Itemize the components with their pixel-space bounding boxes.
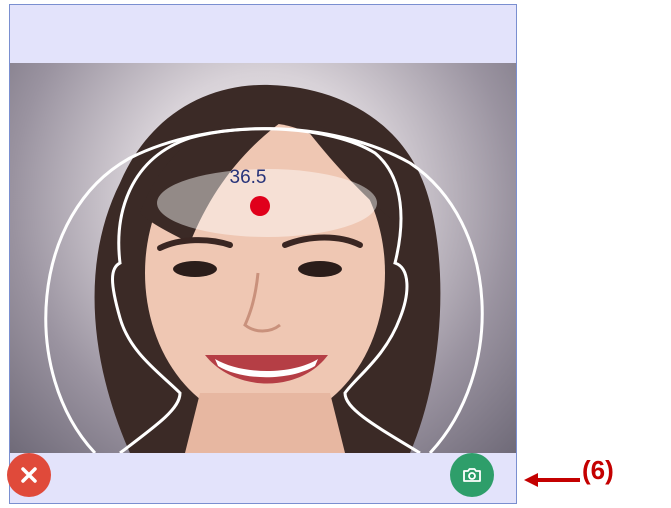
callout-label: (6)	[582, 455, 614, 485]
cancel-button[interactable]	[7, 453, 51, 497]
camera-preview	[10, 63, 516, 453]
face-image	[44, 84, 484, 453]
callout-arrow-icon	[524, 473, 580, 487]
capture-button[interactable]	[450, 453, 494, 497]
top-bar	[10, 5, 516, 63]
temperature-reading: 36.5	[229, 167, 267, 188]
close-icon	[21, 467, 37, 483]
camera-icon	[463, 468, 481, 482]
bottom-bar	[10, 453, 516, 503]
device-screen	[9, 4, 517, 504]
measurement-dot	[250, 196, 270, 216]
